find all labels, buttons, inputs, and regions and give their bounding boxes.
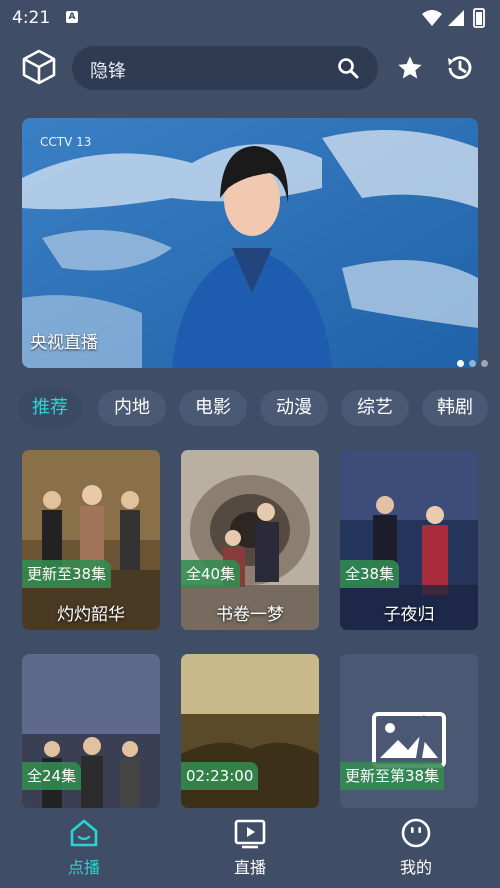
- episode-badge: 更新至第38集: [340, 762, 445, 790]
- tab-korean[interactable]: 韩剧: [422, 390, 488, 426]
- tab-recommend[interactable]: 推荐: [18, 390, 82, 426]
- pagination-dot[interactable]: [469, 360, 476, 367]
- card-title: 子夜归: [383, 605, 435, 625]
- duration-badge: 02:23:00: [181, 762, 259, 790]
- status-bar: 4:21 A: [0, 0, 500, 36]
- video-card[interactable]: 全24集: [22, 654, 160, 808]
- video-card[interactable]: 更新至38集 灼灼韶华: [22, 450, 160, 630]
- featured-banner[interactable]: CCTV 13 央视直播: [22, 118, 478, 368]
- cube-icon[interactable]: [20, 48, 58, 86]
- pagination-dot[interactable]: [457, 360, 464, 367]
- bottom-nav: 点播 直播 我的: [0, 808, 500, 888]
- nav-profile[interactable]: 我的: [376, 816, 456, 886]
- episode-badge: 全40集: [181, 560, 241, 588]
- video-card[interactable]: 全38集 子夜归: [340, 450, 478, 630]
- nav-label: 直播: [233, 858, 266, 877]
- top-bar: 隐锋: [0, 44, 500, 92]
- play-screen-icon: [234, 819, 266, 849]
- nav-label: 我的: [399, 858, 432, 877]
- home-icon: [70, 819, 98, 847]
- tab-mainland[interactable]: 内地: [98, 390, 166, 426]
- banner-title: 央视直播: [30, 333, 98, 353]
- banner-pagination: [452, 352, 488, 371]
- category-tabs: 推荐 内地 电影 动漫 综艺 韩剧: [18, 390, 500, 428]
- video-card[interactable]: 更新至第38集: [340, 654, 478, 808]
- pagination-dot[interactable]: [481, 360, 488, 367]
- search-query[interactable]: 隐锋: [90, 57, 126, 83]
- video-card[interactable]: 02:23:00: [181, 654, 319, 808]
- notification-icon: A: [66, 11, 78, 23]
- user-face-icon: [401, 818, 431, 848]
- history-icon[interactable]: [444, 52, 476, 84]
- tab-anime[interactable]: 动漫: [260, 390, 328, 426]
- tab-variety[interactable]: 综艺: [341, 390, 409, 426]
- tab-movie[interactable]: 电影: [179, 390, 247, 426]
- episode-badge: 全38集: [340, 560, 400, 588]
- channel-logo: CCTV 13: [40, 135, 91, 149]
- star-icon[interactable]: [396, 54, 424, 82]
- card-title: 灼灼韶华: [57, 605, 125, 625]
- nav-label: 点播: [67, 858, 100, 877]
- nav-live[interactable]: 直播: [210, 816, 290, 886]
- status-time: 4:21: [12, 8, 51, 28]
- search-icon[interactable]: [336, 56, 360, 80]
- episode-badge: 全24集: [22, 762, 82, 790]
- status-icons: [422, 8, 485, 28]
- episode-badge: 更新至38集: [22, 560, 112, 588]
- card-title: 书卷一梦: [216, 605, 284, 625]
- video-card[interactable]: 全40集 书卷一梦: [181, 450, 319, 630]
- nav-vod[interactable]: 点播: [44, 816, 124, 886]
- search-bar[interactable]: 隐锋: [72, 46, 378, 90]
- image-placeholder-icon: [372, 712, 446, 768]
